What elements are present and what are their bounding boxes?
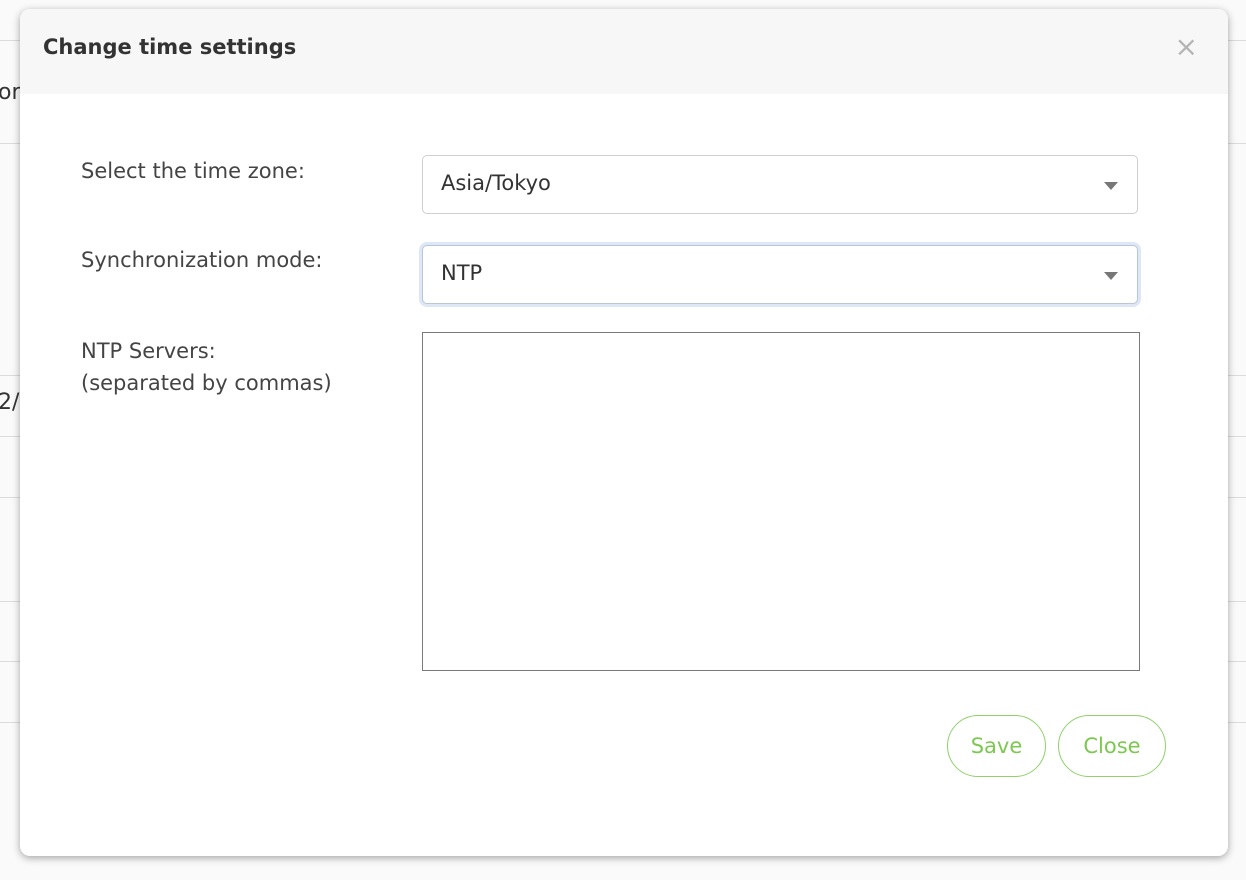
time-zone-selected-value: Asia/Tokyo: [441, 171, 551, 195]
sync-mode-selected-value: NTP: [441, 261, 483, 285]
dialog-header: Change time settings ×: [20, 9, 1228, 94]
ntp-servers-textarea[interactable]: [422, 332, 1140, 671]
time-zone-label: Select the time zone:: [81, 159, 305, 183]
save-button[interactable]: Save: [947, 715, 1046, 777]
time-zone-select[interactable]: Asia/Tokyo: [422, 155, 1138, 214]
ntp-servers-label-line1: NTP Servers:: [81, 339, 216, 363]
close-icon[interactable]: ×: [1175, 33, 1198, 61]
change-time-settings-dialog: Change time settings × Select the time z…: [20, 9, 1228, 856]
ntp-servers-label: NTP Servers: (separated by commas): [81, 335, 332, 399]
ntp-servers-label-line2: (separated by commas): [81, 371, 332, 395]
chevron-down-icon: [1104, 182, 1118, 190]
sync-mode-select[interactable]: NTP: [422, 245, 1138, 304]
chevron-down-icon: [1104, 272, 1118, 280]
sync-mode-label: Synchronization mode:: [81, 248, 323, 272]
dialog-title: Change time settings: [43, 35, 297, 59]
close-button[interactable]: Close: [1058, 715, 1166, 777]
